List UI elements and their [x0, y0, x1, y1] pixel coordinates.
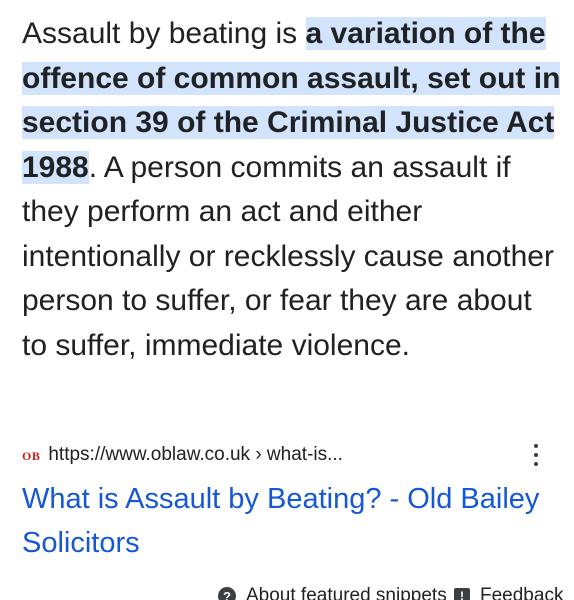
snippet-lead: Assault by beating is — [22, 17, 306, 50]
snippet-footer: ? About featured snippets ! Feedback — [0, 585, 574, 600]
result-title-link[interactable]: What is Assault by Beating? - Old Bailey… — [22, 477, 542, 565]
help-icon: ? — [218, 587, 236, 600]
about-label: About featured snippets — [246, 585, 447, 600]
more-vert-icon[interactable] — [526, 444, 546, 466]
kebab-dot — [534, 453, 538, 457]
site-favicon: OB — [22, 449, 41, 463]
source-row[interactable]: OB https://www.oblaw.co.uk › what-is... — [22, 440, 562, 470]
kebab-dot — [534, 444, 538, 448]
about-featured-snippets-link[interactable]: ? About featured snippets — [218, 585, 447, 600]
feedback-label: Feedback — [480, 585, 564, 600]
featured-snippet-text: Assault by beating is a variation of the… — [22, 12, 562, 368]
snippet-rest: . A person commits an assault if they pe… — [22, 150, 554, 362]
kebab-dot — [534, 462, 538, 466]
feedback-icon: ! — [454, 588, 470, 600]
source-url[interactable]: https://www.oblaw.co.uk › what-is... — [48, 444, 343, 466]
feedback-link[interactable]: ! Feedback — [454, 585, 563, 600]
